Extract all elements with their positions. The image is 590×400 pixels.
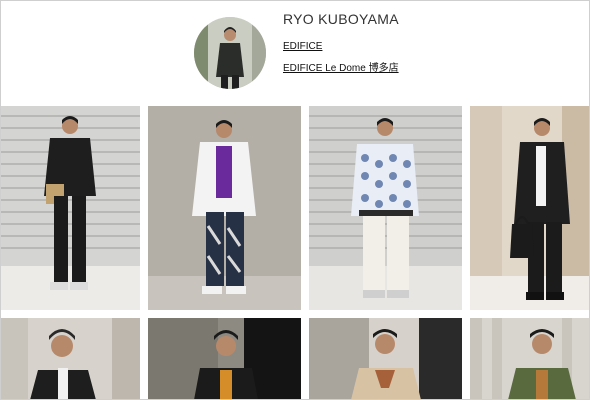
- outfit-photo-2[interactable]: [148, 106, 301, 310]
- outfit-photo-grid: [0, 106, 590, 400]
- outfit-photo-8[interactable]: [470, 318, 590, 400]
- store-link-le-dome-hakata[interactable]: EDIFICE Le Dome 博多店: [283, 59, 399, 74]
- outfit-photo-4[interactable]: [470, 106, 590, 310]
- outfit-photo-3[interactable]: [309, 106, 462, 310]
- staff-avatar[interactable]: [194, 17, 266, 89]
- outfit-photo-1[interactable]: [0, 106, 140, 310]
- outfit-photo-7[interactable]: [309, 318, 462, 400]
- staff-name: RYO KUBOYAMA: [283, 11, 399, 27]
- staff-profile-header: RYO KUBOYAMA EDIFICE EDIFICE Le Dome 博多店: [0, 0, 590, 100]
- outfit-photo-5[interactable]: [0, 318, 140, 400]
- outfit-photo-6[interactable]: [148, 318, 301, 400]
- brand-link-edifice[interactable]: EDIFICE: [283, 41, 322, 52]
